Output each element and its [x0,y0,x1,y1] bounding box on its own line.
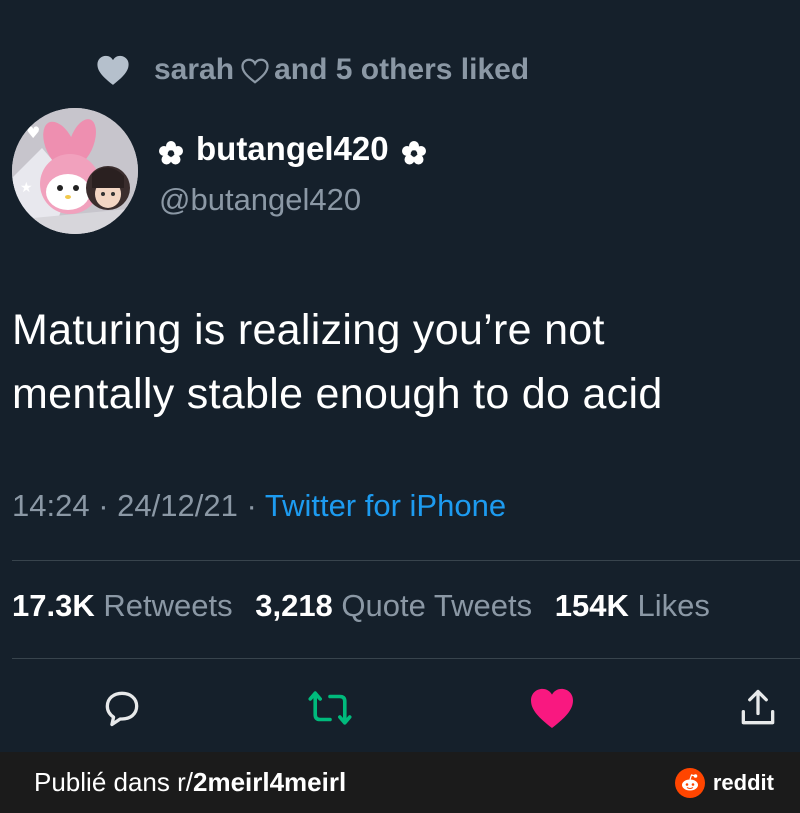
reddit-wordmark: reddit [712,770,774,795]
liked-by-row[interactable]: sarah and 5 others liked [96,50,529,90]
likes-count: 154K [554,588,629,623]
heart-filled-icon [529,687,575,734]
tweet-text-line: mentally stable enough to do acid [12,370,663,418]
tweet-date[interactable]: 24/12/21 [117,488,238,523]
flower-icon [158,136,184,165]
retweets-count: 17.3K [12,588,95,623]
display-name-text: butangel420 [196,130,389,167]
svg-text:♥: ♥ [26,123,40,142]
avatar[interactable]: ♥ ★ [12,108,138,234]
quotes-count: 3,218 [255,588,333,623]
svg-text:★: ★ [20,180,33,196]
likes-stat[interactable]: 154K Likes [555,588,710,623]
subreddit-link[interactable]: 2meirl4meirl [193,767,346,797]
heart-outline-icon [240,57,270,85]
tweet-source-link[interactable]: Twitter for iPhone [265,488,506,523]
flower-icon [401,136,427,165]
meta-separator: · [246,488,257,523]
reddit-footer: Publié dans r/2meirl4meirl reddit [0,752,800,813]
heart-filled-icon [96,53,132,87]
posted-in-prefix: Publié dans r/ [34,767,193,797]
reddit-logo-icon [674,768,705,798]
retweets-label: Retweets [103,588,233,623]
posted-in-text: Publié dans r/2meirl4meirl [34,767,346,798]
divider [12,560,800,561]
liked-by-text: sarah and 5 others liked [154,53,529,87]
author-display-name[interactable]: butangel420 [158,130,427,168]
tweet-text-line: Maturing is realizing you’re not [12,306,605,354]
like-button[interactable] [526,684,578,736]
share-icon [736,686,780,735]
reply-icon [100,686,144,735]
divider [12,658,800,659]
retweet-button[interactable] [304,684,356,736]
retweet-icon [307,688,353,733]
retweets-stat[interactable]: 17.3K Retweets [12,588,233,623]
share-button[interactable] [732,684,784,736]
tweet-text: Maturing is realizing you’re not mentall… [12,298,792,426]
liked-suffix: and 5 others liked [274,53,530,86]
quotes-stat[interactable]: 3,218 Quote Tweets [255,588,532,623]
tweet-time[interactable]: 14:24 [12,488,90,523]
quotes-label: Quote Tweets [341,588,533,623]
tweet-stats: 17.3K Retweets 3,218 Quote Tweets 154K L… [12,588,800,624]
liker-name[interactable]: sarah [154,53,234,86]
tweet-meta: 14:24 · 24/12/21 · Twitter for iPhone [12,488,506,524]
likes-label: Likes [637,588,710,623]
action-bar [0,684,800,740]
reddit-badge: reddit [674,768,774,798]
tweet-card: sarah and 5 others liked ♥ ★ butangel420… [0,0,800,752]
author-handle[interactable]: @butangel420 [159,182,361,218]
reply-button[interactable] [96,684,148,736]
meta-separator: · [98,488,109,523]
